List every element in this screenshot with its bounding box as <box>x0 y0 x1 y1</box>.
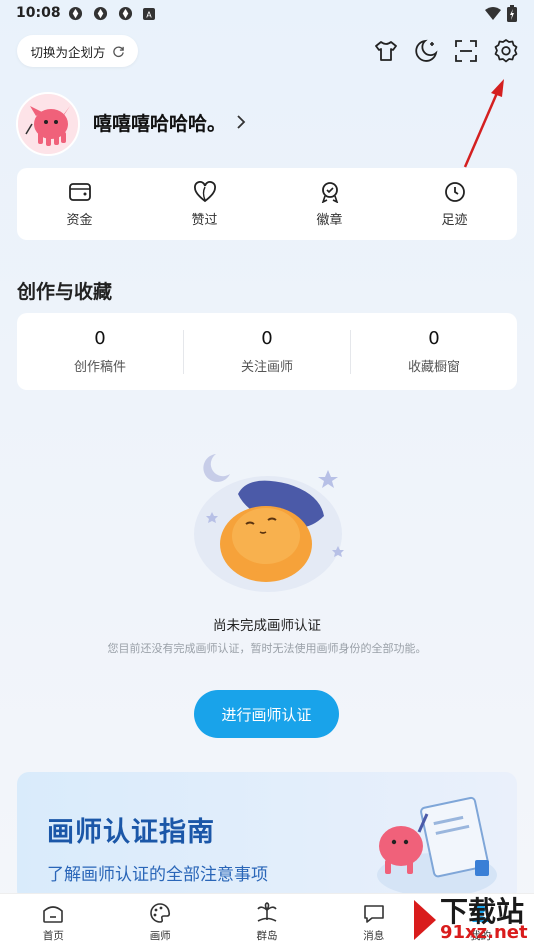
empty-state-description: 您目前还没有完成画师认证，暂时无法使用画师身份的全部功能。 <box>107 642 427 655</box>
status-bar: 10:08 A <box>0 0 534 28</box>
quick-action-label: 徽章 <box>316 212 343 228</box>
quick-action-label: 足迹 <box>441 212 468 228</box>
settings-icon[interactable] <box>493 38 519 64</box>
wallet-icon <box>68 182 91 201</box>
section-title: 创作与收藏 <box>17 281 113 303</box>
verification-guide-banner[interactable]: 画师认证指南 了解画师认证的全部注意事项 <box>17 772 517 902</box>
stat-label: 关注画师 <box>240 360 293 375</box>
nav-label: 消息 <box>363 930 385 942</box>
night-mode-icon[interactable] <box>413 38 439 64</box>
watermark-logo-icon <box>414 900 436 940</box>
message-icon <box>363 905 384 923</box>
app-notification-icon <box>93 6 108 21</box>
stat-value: 0 <box>428 328 440 349</box>
clock-icon <box>444 181 465 202</box>
switch-role-label: 切换为企划方 <box>30 44 106 60</box>
quick-action-label: 资金 <box>66 212 93 228</box>
status-time: 10:08 <box>16 5 61 21</box>
wifi-icon <box>485 7 501 20</box>
nav-label: 群岛 <box>256 930 278 942</box>
chevron-right-icon[interactable] <box>236 114 246 130</box>
keyboard-icon: A <box>143 8 155 20</box>
app-notification-icon <box>68 6 83 21</box>
nav-label: 画师 <box>149 930 171 942</box>
avatar[interactable] <box>16 92 80 156</box>
sleeping-mascot-illustration <box>194 454 344 592</box>
switch-role-button[interactable]: 切换为企划方 <box>17 35 138 67</box>
guide-illustration <box>377 796 497 897</box>
start-verification-button[interactable]: 进行画师认证 <box>194 690 339 738</box>
empty-state-title: 尚未完成画师认证 <box>213 618 321 634</box>
shirt-icon[interactable] <box>373 38 399 64</box>
nav-artists[interactable]: 画师 <box>107 894 214 951</box>
annotation-arrow <box>463 79 504 168</box>
island-icon <box>257 902 277 922</box>
stat-collections[interactable]: 0 收藏橱窗 <box>351 328 517 375</box>
quick-action-funds[interactable]: 资金 <box>17 168 142 240</box>
stat-works[interactable]: 0 创作稿件 <box>17 328 183 375</box>
username[interactable]: 嘻嘻嘻哈哈哈。 <box>93 109 226 136</box>
stat-value: 0 <box>94 328 106 349</box>
stats-card: 0 创作稿件 0 关注画师 0 收藏橱窗 <box>17 313 517 390</box>
nav-home[interactable]: 首页 <box>0 894 107 951</box>
refresh-icon <box>112 45 124 57</box>
mascot-avatar-icon <box>18 94 78 154</box>
stat-following[interactable]: 0 关注画师 <box>184 328 350 375</box>
palette-icon <box>150 903 171 923</box>
scan-icon[interactable] <box>453 38 479 64</box>
stat-label: 创作稿件 <box>73 360 126 375</box>
quick-actions-card: 资金 赞过 徽章 足迹 <box>17 168 517 240</box>
stat-label: 收藏橱窗 <box>407 360 460 375</box>
nav-label: 首页 <box>42 930 64 942</box>
guide-title: 画师认证指南 <box>47 817 215 848</box>
quick-action-liked[interactable]: 赞过 <box>142 168 267 240</box>
guide-subtitle: 了解画师认证的全部注意事项 <box>47 865 268 885</box>
app-notification-icon <box>118 6 133 21</box>
stat-value: 0 <box>261 328 273 349</box>
quick-action-history[interactable]: 足迹 <box>392 168 517 240</box>
site-watermark: 下载站 91xz.net <box>410 888 534 950</box>
heart-icon <box>193 180 216 202</box>
battery-icon <box>507 5 517 22</box>
watermark-url: 91xz.net <box>440 922 528 943</box>
svg-text:A: A <box>146 11 152 20</box>
quick-action-label: 赞过 <box>191 212 218 228</box>
home-icon <box>43 906 64 923</box>
badge-icon <box>321 181 338 203</box>
quick-action-badges[interactable]: 徽章 <box>267 168 392 240</box>
nav-islands[interactable]: 群岛 <box>214 894 321 951</box>
